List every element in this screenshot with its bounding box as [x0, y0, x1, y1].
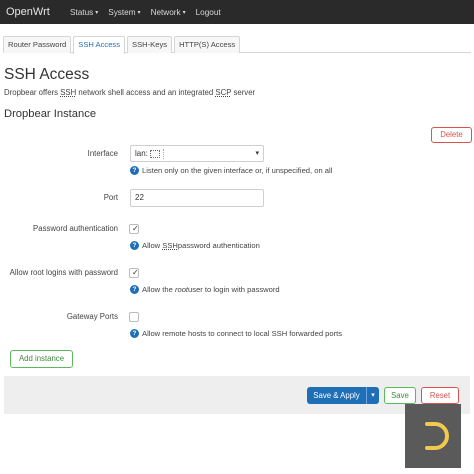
delete-button[interactable]: Delete: [431, 127, 472, 143]
nav-status-label: Status: [70, 7, 94, 17]
nav-logout-label: Logout: [195, 7, 221, 17]
loading-arc-icon: [425, 422, 449, 450]
brand-logo[interactable]: OpenWrt: [6, 6, 66, 18]
add-instance-button[interactable]: Add instance: [10, 350, 73, 368]
nav-system-label: System: [108, 7, 136, 17]
port-label: Port: [103, 193, 118, 202]
password-auth-checkbox[interactable]: ✓: [129, 224, 139, 234]
nav-system-menu[interactable]: System ▾: [108, 8, 140, 17]
gateway-ports-checkbox[interactable]: [129, 312, 139, 322]
help-text: Allow: [142, 241, 161, 250]
interface-help-text: Listen only on the given interface or, i…: [142, 166, 333, 175]
password-auth-help: ? Allow SSH password authentication: [130, 241, 260, 250]
desc-ssh-abbr: SSH: [60, 88, 77, 97]
password-auth-label: Password authentication: [33, 224, 118, 233]
reset-button[interactable]: Reset: [421, 387, 459, 404]
nav-network-label: Network: [150, 7, 181, 17]
save-button[interactable]: Save: [384, 387, 416, 404]
help-icon: ?: [130, 285, 139, 294]
section-title: Dropbear Instance: [4, 108, 97, 120]
gateway-ports-help: ? Allow remote hosts to connect to local…: [130, 329, 342, 338]
save-apply-dropdown-icon[interactable]: ▾: [366, 387, 379, 404]
desc-scp-abbr: SCP: [215, 88, 232, 97]
save-apply-button[interactable]: Save & Apply: [307, 387, 366, 404]
select-divider: [163, 149, 164, 159]
tab-https-access[interactable]: HTTP(S) Access: [174, 36, 241, 53]
help-root-word: root: [174, 285, 189, 294]
tab-ssh-keys[interactable]: SSH-Keys: [127, 36, 173, 53]
help-icon: ?: [130, 166, 139, 175]
help-ssh-abbr: SSH: [162, 241, 178, 250]
chevron-down-icon: ▾: [182, 9, 186, 16]
help-text: password authentication: [177, 241, 260, 250]
port-input[interactable]: 22: [130, 189, 264, 207]
tab-ssh-access[interactable]: SSH Access: [73, 36, 126, 54]
root-login-help: ? Allow the root user to login with pass…: [130, 285, 280, 294]
page-description: Dropbear offers SSH network shell access…: [4, 88, 255, 97]
tab-router-password[interactable]: Router Password: [3, 36, 72, 53]
help-icon: ?: [130, 329, 139, 338]
chevron-down-icon: ▾: [137, 9, 141, 16]
interface-label: Interface: [87, 149, 118, 158]
interface-help: ? Listen only on the given interface or,…: [130, 166, 332, 175]
interface-value: lan:: [135, 149, 148, 158]
nav-logout-link[interactable]: Logout: [196, 8, 221, 17]
tab-bar: Router Password SSH Access SSH-Keys HTTP…: [3, 36, 471, 54]
root-login-checkbox[interactable]: ✓: [129, 268, 139, 278]
checkmark-icon: ✓: [132, 224, 139, 233]
help-icon: ?: [130, 241, 139, 250]
desc-text: network shell access and an integrated: [76, 88, 216, 97]
chevron-down-icon: ▾: [95, 9, 99, 16]
top-navbar: OpenWrt Status ▾ System ▾ Network ▾ Logo…: [0, 0, 474, 24]
interface-select[interactable]: lan: ▾: [130, 145, 264, 162]
help-text: Allow the: [142, 285, 173, 294]
nav-status-menu[interactable]: Status ▾: [70, 8, 98, 17]
network-icon: [149, 149, 160, 158]
checkmark-icon: ✓: [132, 268, 139, 277]
nav-network-menu[interactable]: Network ▾: [151, 8, 186, 17]
dropdown-arrow-icon: ▾: [255, 150, 259, 157]
gateway-ports-label: Gateway Ports: [66, 312, 118, 321]
desc-text: Dropbear offers: [4, 88, 61, 97]
overlay-widget[interactable]: [405, 404, 461, 468]
root-login-label: Allow root logins with password: [9, 268, 118, 277]
help-text: user to login with password: [188, 285, 280, 294]
gateway-ports-help-text: Allow remote hosts to connect to local S…: [142, 329, 343, 338]
page-title: SSH Access: [4, 66, 90, 83]
desc-text: server: [231, 88, 256, 97]
